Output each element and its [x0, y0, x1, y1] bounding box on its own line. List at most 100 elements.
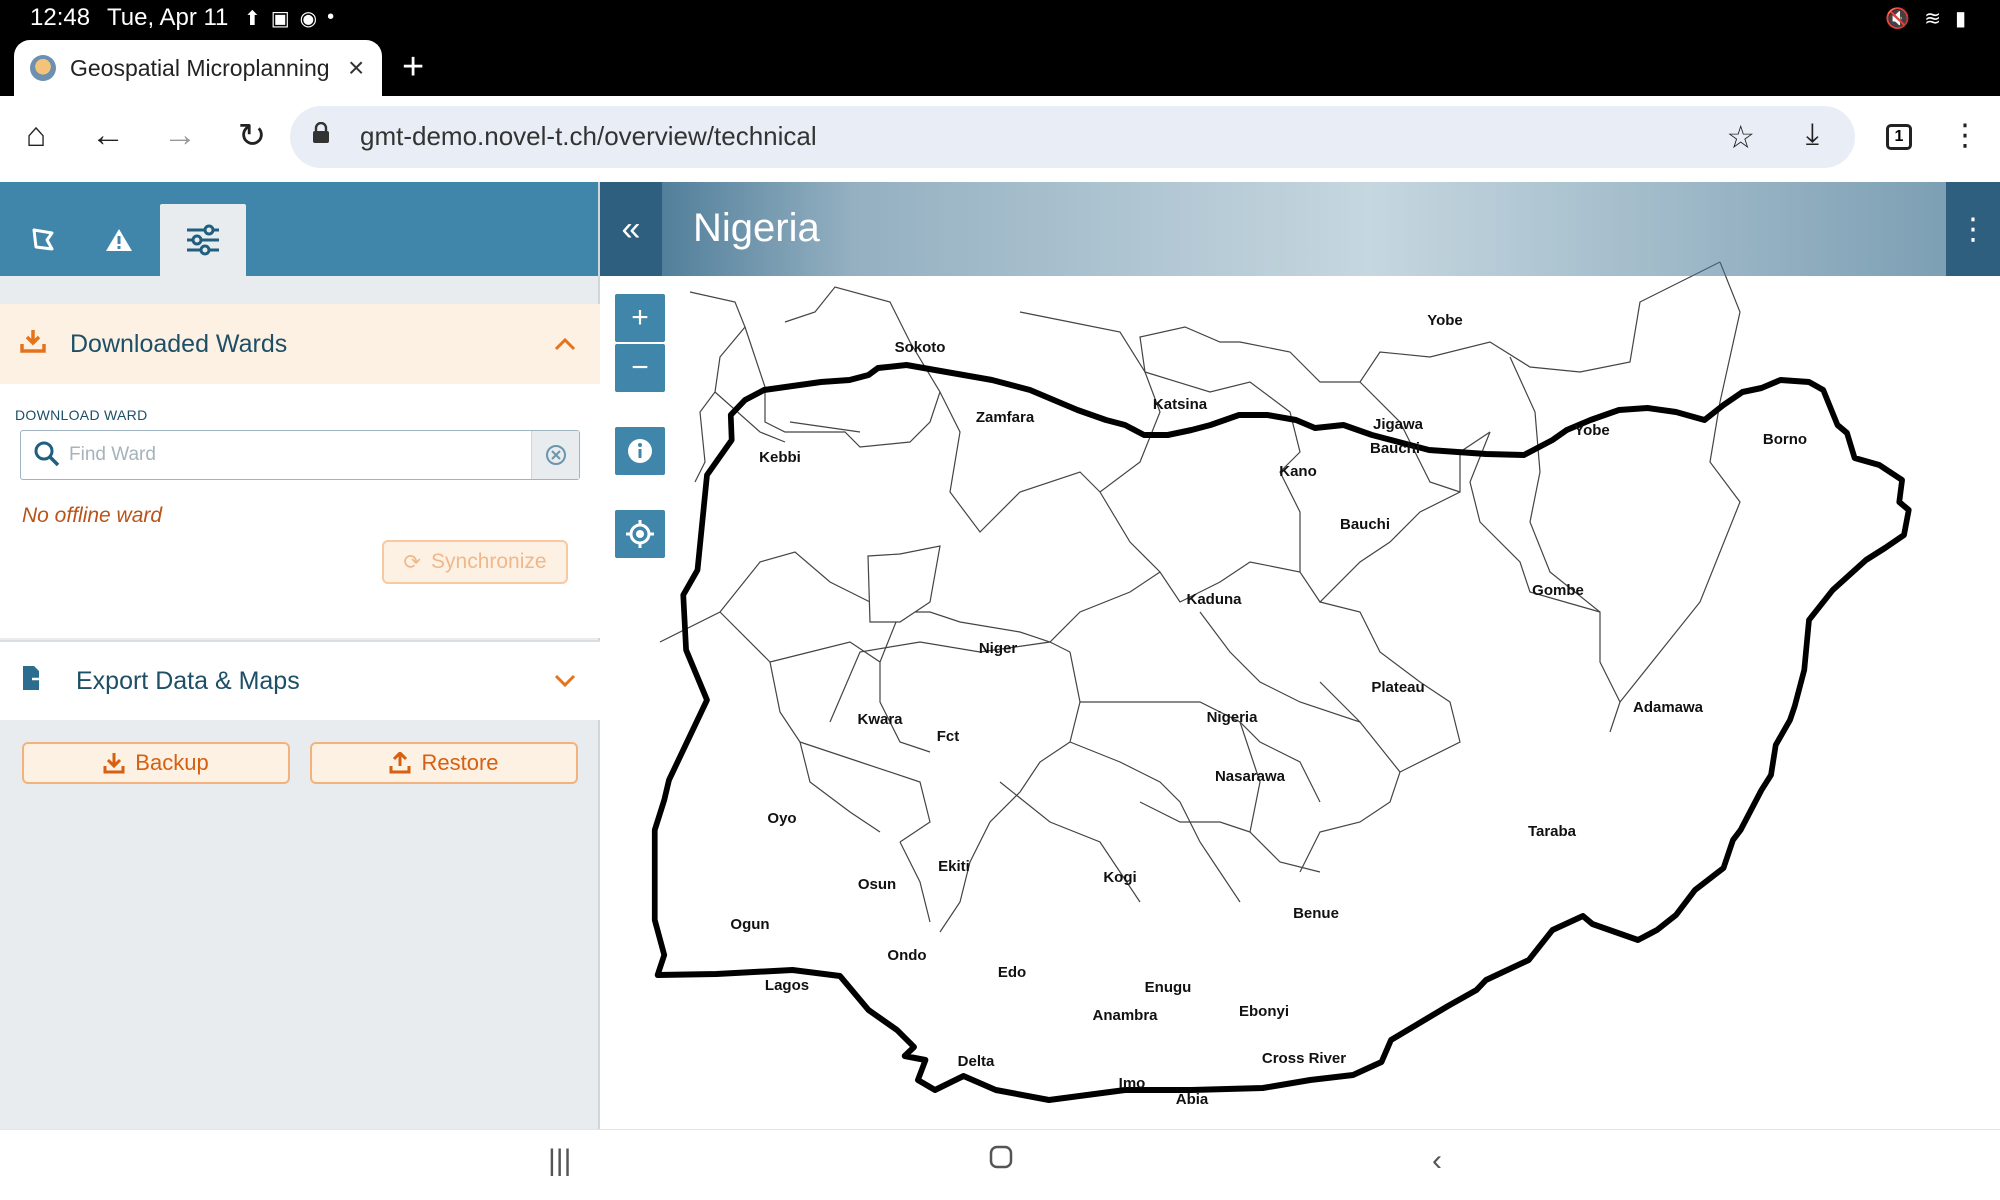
- chevron-down-icon: [554, 667, 576, 695]
- download-icon: [103, 753, 125, 774]
- address-bar[interactable]: gmt-demo.novel-t.ch/overview/technical ☆…: [290, 106, 1855, 168]
- state-label: Enugu: [1145, 979, 1192, 996]
- map-polygon-icon: [32, 228, 54, 251]
- state-labels: Sokoto Zamfara Katsina Yobe Jigawa Bauchi Yobe…: [730, 312, 1807, 1108]
- clock: 12:48: [30, 4, 91, 31]
- fct-boundary: [867, 545, 941, 623]
- state-label: Kwara: [857, 711, 903, 728]
- new-tab-icon[interactable]: +: [402, 46, 424, 89]
- wifi-icon: ≋: [1924, 8, 1941, 30]
- state-label: Kebbi: [759, 449, 801, 466]
- downloaded-wards-body: DOWNLOAD WARD No offline ward: [0, 384, 600, 638]
- browser-tab-bar: Geospatial Microplanning × +: [0, 36, 2000, 96]
- info-button[interactable]: [615, 427, 665, 475]
- state-label: Katsina: [1153, 396, 1208, 413]
- map-menu-icon[interactable]: ⋮: [1946, 182, 2000, 276]
- state-label: Ogun: [730, 916, 769, 933]
- url-text: gmt-demo.novel-t.ch/overview/technical: [360, 121, 817, 151]
- empty-state-text: No offline ward: [22, 504, 163, 527]
- date: Tue, Apr 11: [107, 4, 229, 31]
- system-nav-bar: ||| ‹: [0, 1129, 2000, 1200]
- state-label: Lagos: [765, 977, 809, 994]
- state-label: Fct: [937, 728, 960, 745]
- close-tab-icon[interactable]: ×: [348, 52, 364, 84]
- home-icon[interactable]: ⌂: [14, 116, 58, 155]
- state-label: Yobe: [1574, 422, 1610, 439]
- state-label: Gombe: [1532, 582, 1584, 599]
- tab-warnings[interactable]: [76, 204, 162, 276]
- state-label: Bauchi: [1370, 440, 1420, 457]
- browser-menu-icon[interactable]: ⋮: [1950, 118, 1980, 153]
- state-label: Nigeria: [1207, 709, 1259, 726]
- download-icon[interactable]: ⤓: [1806, 118, 1819, 152]
- collapse-panel-icon[interactable]: «: [600, 182, 662, 276]
- side-panel-tabs: [0, 182, 598, 276]
- state-label: Ekiti: [938, 858, 970, 875]
- dot-icon: •: [327, 6, 335, 28]
- state-label: Jigawa: [1373, 416, 1424, 433]
- export-header[interactable]: Export Data & Maps: [0, 640, 600, 720]
- back-nav-icon[interactable]: ‹: [1432, 1144, 1442, 1178]
- browser-toolbar: ⌂ ← → ↻ gmt-demo.novel-t.ch/overview/tec…: [0, 96, 2000, 182]
- bookmark-star-icon[interactable]: ☆: [1726, 118, 1755, 156]
- zoom-in-button[interactable]: +: [615, 294, 665, 342]
- tab-map[interactable]: [0, 204, 86, 276]
- state-label: Niger: [979, 640, 1018, 657]
- tab-title: Geospatial Microplanning: [70, 54, 330, 81]
- backup-button[interactable]: Backup: [22, 742, 290, 784]
- state-label: Sokoto: [895, 339, 946, 356]
- section-title: Export Data & Maps: [76, 666, 300, 695]
- forward-icon[interactable]: →: [158, 116, 202, 155]
- recent-apps-icon[interactable]: |||: [548, 1144, 571, 1178]
- state-label: Kano: [1279, 463, 1317, 480]
- map-header: « Nigeria ⋮: [600, 182, 2000, 276]
- state-label: Taraba: [1528, 823, 1577, 840]
- sync-icon: ⟳: [403, 550, 422, 574]
- state-label: Benue: [1293, 905, 1339, 922]
- state-label: Kaduna: [1186, 591, 1242, 608]
- nigeria-map[interactable]: Sokoto Zamfara Katsina Yobe Jigawa Bauchi Yobe…: [600, 182, 2000, 1129]
- reload-icon[interactable]: ↻: [230, 116, 274, 156]
- tab-settings[interactable]: [160, 204, 246, 276]
- state-label: Borno: [1763, 431, 1807, 448]
- site-favicon-icon: [30, 55, 56, 81]
- chevron-up-icon: [554, 330, 576, 358]
- zoom-out-button[interactable]: −: [615, 344, 665, 392]
- state-label: Abia: [1176, 1091, 1209, 1108]
- info-icon: [628, 439, 652, 463]
- map-view[interactable]: Sokoto Zamfara Katsina Yobe Jigawa Bauchi Yobe…: [600, 182, 2000, 1129]
- home-nav-icon[interactable]: [988, 1144, 1014, 1178]
- app-root: Downloaded Wards DOWNLOAD WARD No offlin…: [0, 182, 2000, 1129]
- state-label: Yobe: [1427, 312, 1463, 329]
- system-status-bar: 12:48 Tue, Apr 11 ⬆ ▣ ◉ • 🔇 ≋ ▮: [0, 0, 2000, 36]
- synchronize-button[interactable]: ⟳ Synchronize: [382, 540, 568, 584]
- lock-icon: [313, 122, 329, 143]
- warning-icon: [106, 229, 132, 251]
- state-label: Kogi: [1103, 869, 1136, 886]
- tab-switcher-button[interactable]: 1: [1886, 124, 1912, 150]
- restore-button[interactable]: Restore: [310, 742, 578, 784]
- state-label: Edo: [998, 964, 1026, 981]
- clear-search-icon[interactable]: [531, 431, 579, 479]
- state-label: Bauchi: [1340, 516, 1390, 533]
- state-label: Oyo: [767, 810, 796, 827]
- section-title: Downloaded Wards: [70, 329, 288, 358]
- restore-label: Restore: [421, 750, 499, 775]
- back-icon[interactable]: ←: [86, 116, 130, 155]
- notification-icons: ⬆ ▣ ◉ •: [244, 6, 334, 31]
- state-label: Ondo: [887, 947, 926, 964]
- downloaded-wards-header[interactable]: Downloaded Wards: [0, 304, 600, 384]
- chrome-icon: ◉: [299, 8, 318, 30]
- upload-icon: [389, 752, 411, 774]
- browser-tab[interactable]: Geospatial Microplanning ×: [14, 40, 382, 96]
- ward-search: [20, 430, 580, 480]
- locate-button[interactable]: [615, 510, 665, 558]
- battery-icon: ▮: [1954, 8, 1966, 30]
- state-label: Cross River: [1262, 1050, 1346, 1067]
- state-label: Anambra: [1092, 1007, 1158, 1024]
- find-ward-input[interactable]: [69, 439, 509, 471]
- search-icon: [33, 440, 63, 470]
- state-label: Plateau: [1371, 679, 1424, 696]
- synchronize-label: Synchronize: [431, 550, 547, 573]
- download-icon: [20, 328, 56, 361]
